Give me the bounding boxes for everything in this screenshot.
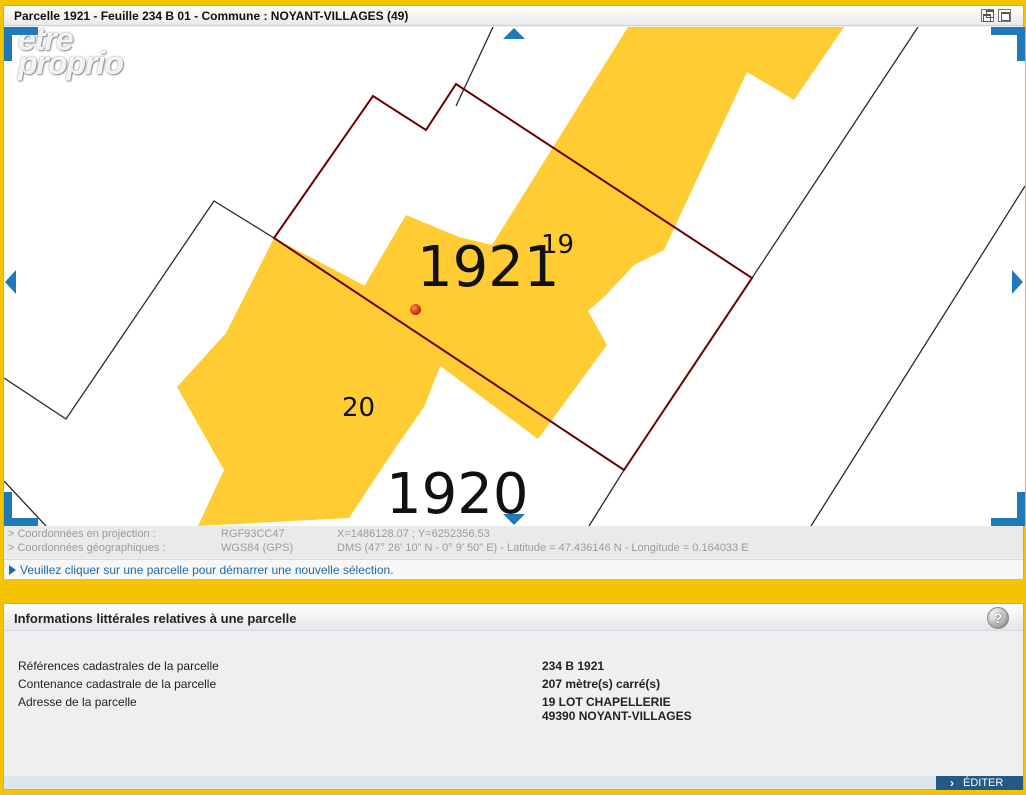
street-number-label: 19 [541,230,575,260]
coord-label: > Coordonnées en projection : [8,528,156,540]
map-window: Parcelle 1921 - Feuille 234 B 01 - Commu… [3,5,1025,579]
coordinates-strip: > Coordonnées en projection : RGF93CC47 … [4,526,1023,558]
value-references: 234 B 1921 [542,659,605,673]
hint-text: Veuillez cliquer sur une parcelle pour d… [20,563,394,577]
corner-bracket-icon [4,492,38,526]
info-header: Informations littérales relatives à une … [4,604,1023,631]
arrow-up-icon[interactable] [503,28,525,39]
value-contenance: 207 mètre(s) carré(s) [542,677,661,691]
map-titlebar: Parcelle 1921 - Feuille 234 B 01 - Commu… [4,6,1023,26]
value-adresse-line1: 19 LOT CHAPELLERIE [542,695,671,709]
cadastral-map[interactable]: être proprio 1921 19 20 1920 [4,27,1025,526]
edit-button-label: ÉDITER [963,777,1004,789]
parcel-number-neighbor-left: 20 [342,393,376,423]
corner-bracket-icon [991,492,1025,526]
coord-label: > Coordonnées géographiques : [8,542,166,554]
value-adresse-line2: 49390 NOYANT-VILLAGES [542,709,692,723]
coord-system: RGF93CC47 [221,528,285,540]
map-title: Parcelle 1921 - Feuille 234 B 01 - Commu… [14,9,409,23]
parcel-outline [588,469,625,526]
hint-bar: Veuillez cliquer sur une parcelle pour d… [4,559,1023,579]
restore-window-icon[interactable] [981,9,994,22]
arrow-down-icon[interactable] [503,514,525,525]
edit-button[interactable]: › ÉDITER [936,776,1023,790]
parcel-number-main: 1921 [417,235,560,300]
info-panel: Informations littérales relatives à une … [3,603,1024,790]
info-title: Informations littérales relatives à une … [14,611,297,626]
chevron-right-icon: › [950,776,954,790]
maximize-window-icon[interactable] [998,9,1011,22]
parcel-outline [810,185,1025,526]
label-references: Références cadastrales de la parcelle [18,659,219,673]
parcel-outline [455,27,494,107]
label-adresse: Adresse de la parcelle [18,695,137,709]
label-contenance: Contenance cadastrale de la parcelle [18,677,217,691]
help-icon[interactable]: ? [987,607,1009,629]
arrow-left-icon[interactable] [5,270,16,294]
coord-value: DMS (47° 26' 10" N - 0° 9' 50" E) - Lati… [337,542,749,554]
corner-bracket-icon [991,27,1025,61]
play-triangle-icon [9,565,16,575]
corner-bracket-icon [4,27,38,61]
coord-value: X=1486128.07 ; Y=6252356.53 [337,528,490,540]
info-footer [4,776,1023,789]
coord-system: WGS84 (GPS) [221,542,294,554]
arrow-right-icon[interactable] [1012,270,1023,294]
location-marker-icon [410,304,421,315]
